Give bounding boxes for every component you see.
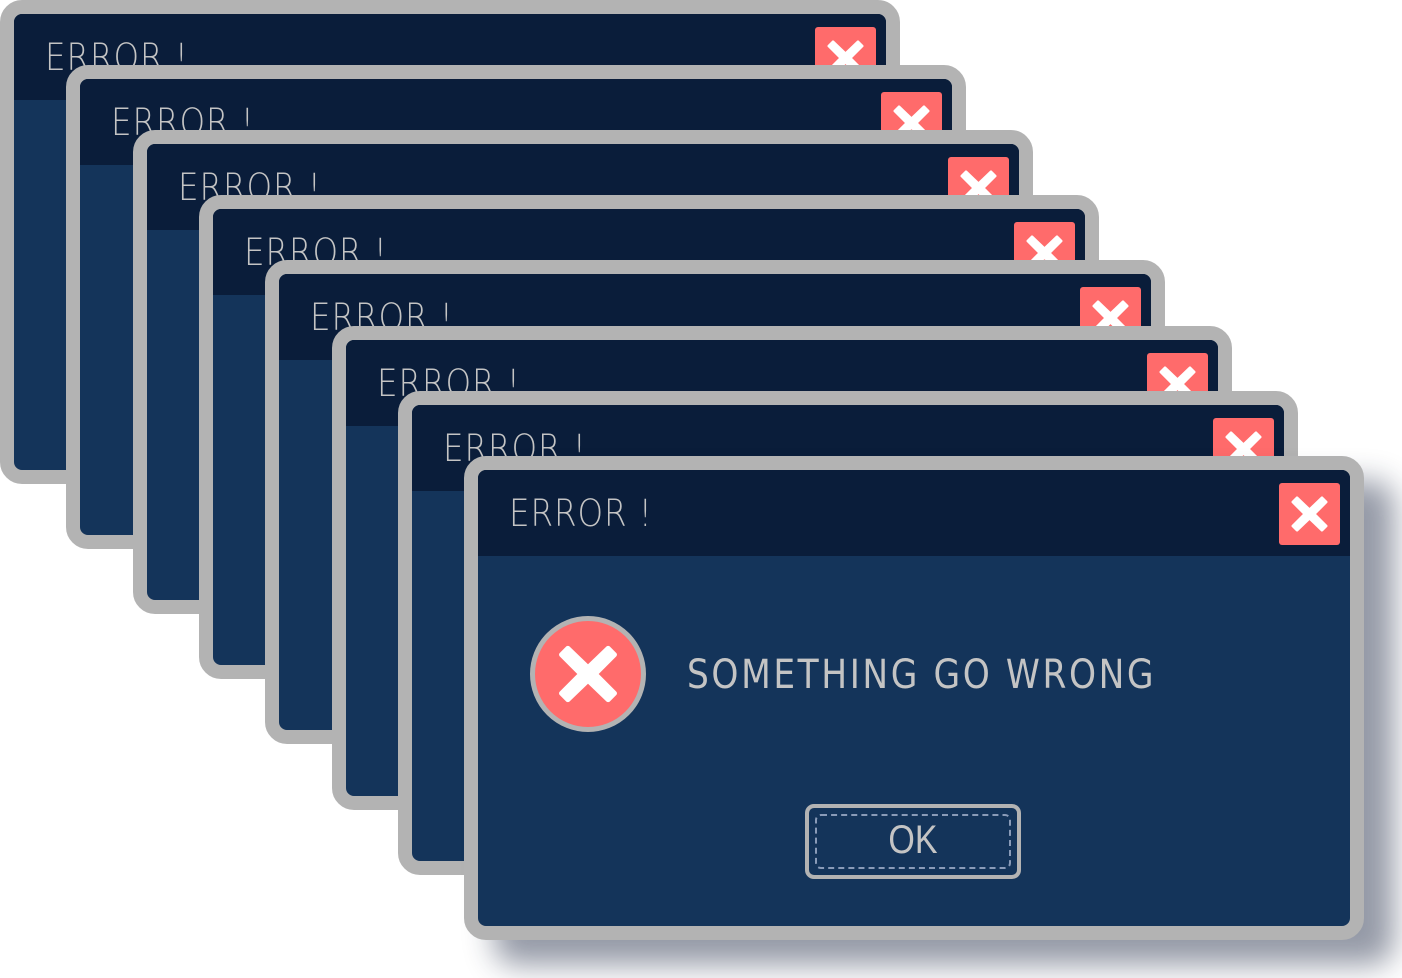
ok-label: OK [888, 817, 938, 862]
window-title: ERROR ! [509, 491, 653, 535]
close-button[interactable] [1279, 482, 1341, 545]
title-bar[interactable]: ERROR ! [478, 469, 1351, 556]
error-message: SOMETHING GO WRONG [687, 651, 1157, 698]
ok-button[interactable]: OK [805, 803, 1022, 879]
error-x-circle-icon [530, 615, 647, 732]
error-dialog: ERROR ! SOMETHING GO WRONG OK [464, 455, 1365, 940]
